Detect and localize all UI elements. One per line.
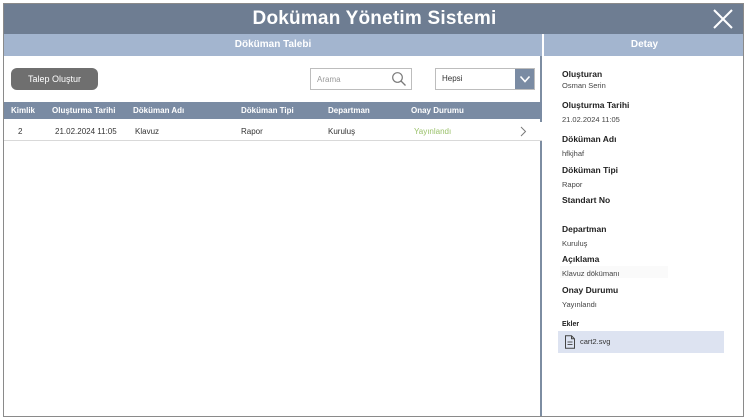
cell-type: Rapor — [241, 127, 263, 136]
request-panel-header: Döküman Talebi — [4, 34, 542, 56]
created-by-value: Osman Serin — [562, 81, 606, 90]
detail-panel-header: Detay — [544, 34, 743, 56]
app-window: Doküman Yönetim Sistemi Döküman Talebi T… — [3, 3, 744, 417]
created-by-label: Oluşturan — [562, 69, 603, 79]
status-filter-value: Hepsi — [442, 74, 463, 83]
column-header-name: Döküman Adı — [133, 106, 185, 115]
close-button[interactable] — [711, 7, 735, 31]
cell-created: 21.02.2024 11:05 — [55, 127, 117, 136]
cell-status: Yayınlandı — [414, 127, 452, 136]
doc-name-value: hfkjhaf — [562, 149, 585, 158]
approval-value: Yayınlandı — [562, 300, 597, 309]
cell-name: Klavuz — [135, 127, 160, 136]
status-filter-dropdown[interactable]: Hepsi — [435, 68, 535, 90]
close-icon — [713, 9, 733, 29]
create-request-button[interactable]: Talep Oluştur — [11, 68, 98, 90]
search-input[interactable] — [311, 69, 389, 89]
attachments-label: Ekler — [562, 321, 580, 328]
file-icon — [565, 335, 575, 349]
doc-type-value: Rapor — [562, 180, 583, 189]
title-bar: Doküman Yönetim Sistemi — [4, 4, 743, 34]
column-header-status: Onay Durumu — [411, 106, 464, 115]
attachment-item[interactable]: cart2.svg — [558, 331, 724, 353]
department-value: Kuruluş — [562, 239, 588, 248]
table-row[interactable]: 2 21.02.2024 11:05 Klavuz Rapor Kuruluş … — [4, 122, 542, 141]
doc-name-label: Döküman Adı — [562, 134, 617, 144]
column-header-department: Departman — [328, 106, 370, 115]
doc-type-label: Döküman Tipi — [562, 165, 619, 175]
column-header-id: Kimlik — [11, 106, 36, 115]
app-title: Doküman Yönetim Sistemi — [252, 8, 497, 29]
dropdown-toggle[interactable] — [515, 69, 534, 89]
chevron-down-icon — [519, 75, 530, 83]
cell-id: 2 — [18, 127, 23, 136]
created-date-label: Oluşturma Tarihi — [562, 100, 630, 110]
attachment-name: cart2.svg — [580, 337, 611, 346]
request-panel: Döküman Talebi Talep Oluştur Hepsi Kimli… — [4, 34, 542, 416]
column-header-created: Oluşturma Tarihi — [52, 106, 116, 115]
created-date-value: 21.02.2024 11:05 — [562, 115, 620, 124]
search-box — [310, 68, 412, 90]
approval-label: Onay Durumu — [562, 285, 619, 295]
search-icon[interactable] — [391, 71, 407, 87]
chevron-right-icon[interactable] — [518, 126, 528, 137]
table-header: Kimlik Oluşturma Tarihi Döküman Adı Dökü… — [4, 102, 542, 119]
column-header-type: Döküman Tipi — [241, 106, 294, 115]
standard-no-label: Standart No — [562, 195, 611, 205]
description-label: Açıklama — [562, 254, 600, 264]
detail-panel: Detay Oluşturan Osman Serin Oluşturma Ta… — [544, 34, 743, 416]
description-value: Klavuz dökümanı — [562, 269, 620, 278]
cell-department: Kuruluş — [328, 127, 356, 136]
department-label: Departman — [562, 224, 607, 234]
